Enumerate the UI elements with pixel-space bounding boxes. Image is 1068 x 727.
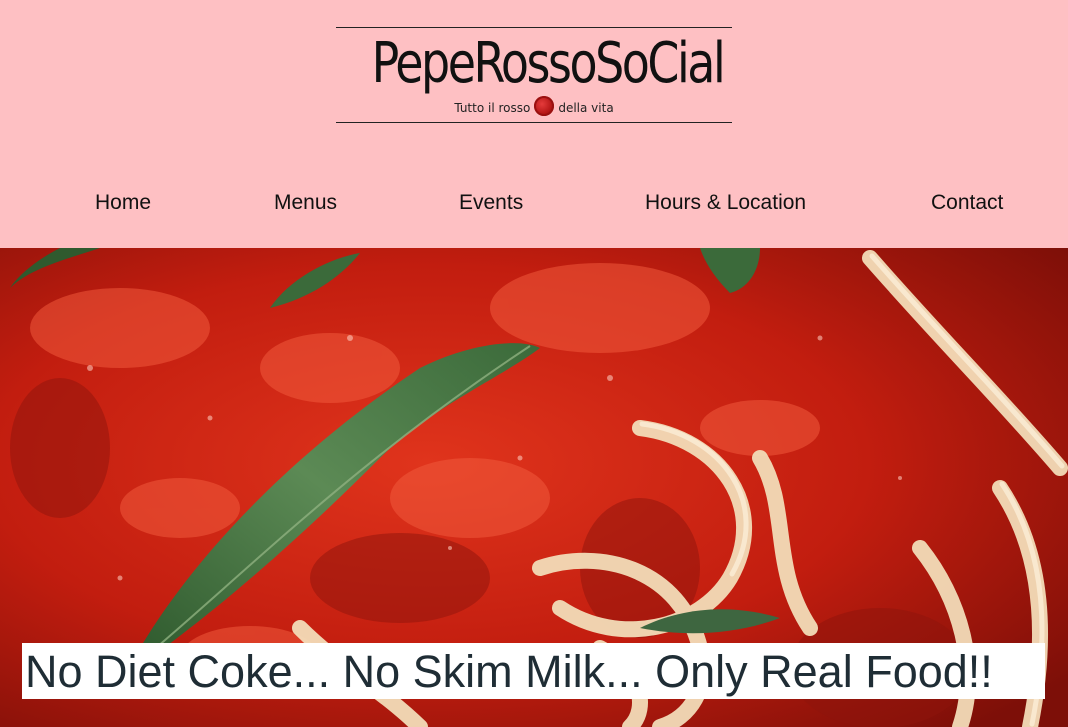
main-nav: Home Menus Events Hours & Location Conta… (0, 186, 1068, 220)
hero-caption-text: No Diet Coke... No Skim Milk... Only Rea… (25, 646, 993, 697)
nav-item-home[interactable]: Home (95, 186, 151, 220)
site-header: PepeRossoSoCial Tutto il rosso della vita… (0, 0, 1068, 248)
chili-badge-icon (534, 96, 555, 116)
page: PepeRossoSoCial Tutto il rosso della vita… (0, 0, 1068, 727)
site-logo[interactable]: PepeRossoSoCial Tutto il rosso della vita (336, 26, 732, 124)
nav-item-menus[interactable]: Menus (274, 186, 337, 220)
tagline-left: Tutto il rosso (454, 100, 531, 115)
hero-caption: No Diet Coke... No Skim Milk... Only Rea… (22, 643, 1045, 699)
nav-item-hours-location[interactable]: Hours & Location (645, 186, 806, 220)
nav-item-events[interactable]: Events (459, 186, 523, 220)
nav-item-contact[interactable]: Contact (931, 186, 1003, 220)
logo-wordmark: PepeRossoSoCial (371, 31, 726, 96)
logo-tagline: Tutto il rosso della vita (336, 96, 732, 118)
logo-bottom-rule (336, 122, 732, 123)
logo-top-rule (336, 27, 732, 28)
tagline-right: della vita (558, 100, 614, 115)
